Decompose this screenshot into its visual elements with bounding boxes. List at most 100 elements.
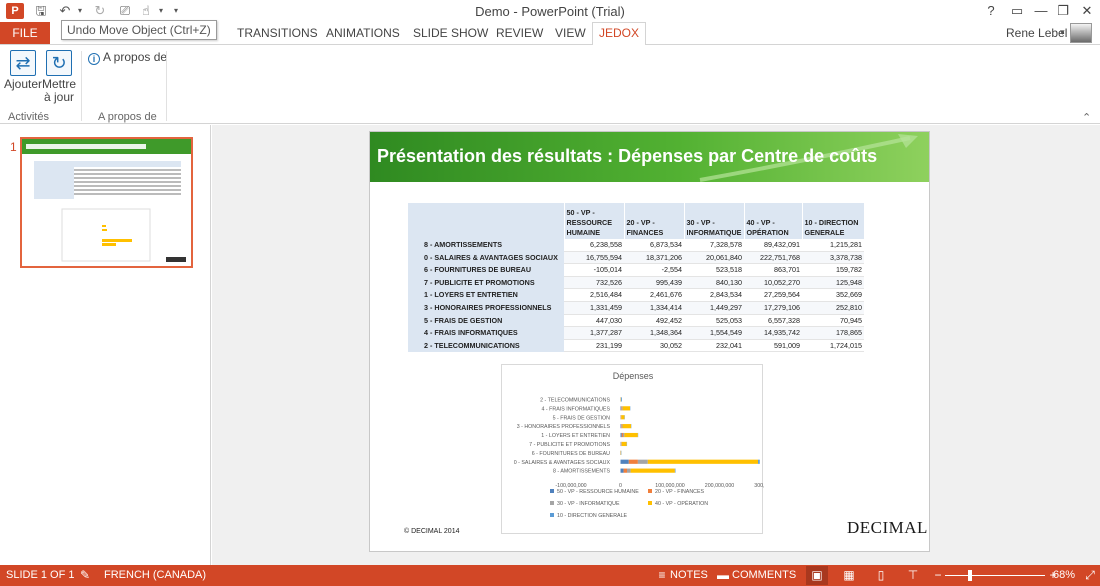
mettre-a-jour-button[interactable]: ↻ Mettre à jour bbox=[42, 50, 76, 104]
table-row: 2 - TELECOMMUNICATIONS 231,199 30,052 232,0… bbox=[408, 339, 864, 353]
chart-title: Dépenses bbox=[613, 371, 654, 381]
info-icon: i bbox=[88, 53, 100, 65]
expenses-table[interactable]: 50 - VP - RESSOURCE HUMAINE 20 - VP - FI… bbox=[408, 203, 865, 353]
chart-bar bbox=[621, 432, 623, 438]
tab-animations[interactable]: ANIMATIONS bbox=[326, 22, 400, 44]
table-row: 6 - FOURNITURES DE BUREAU -105,014 -2,554 5… bbox=[408, 263, 864, 277]
table-cell: 14,935,742 bbox=[744, 326, 802, 340]
table-cell: 3,378,738 bbox=[802, 251, 864, 265]
chart-bar bbox=[623, 468, 627, 473]
ajouter-button[interactable]: ⇄ Ajouter bbox=[4, 50, 42, 91]
zoom-slider-thumb[interactable] bbox=[968, 570, 972, 581]
close-icon[interactable]: ✕ bbox=[1076, 2, 1098, 20]
table-cell: 995,439 bbox=[624, 276, 684, 290]
table-cell: 89,432,091 bbox=[744, 239, 802, 252]
zoom-out-icon[interactable]: − bbox=[931, 568, 945, 582]
notes-button[interactable]: NOTES bbox=[670, 569, 708, 581]
chart-bar bbox=[637, 459, 648, 464]
table-cell: 232,041 bbox=[684, 339, 744, 353]
tab-transitions[interactable]: TRANSITIONS bbox=[237, 22, 318, 44]
table-cell: 1,724,015 bbox=[802, 339, 864, 353]
mettre-label-line2: à jour bbox=[43, 90, 75, 104]
chart-category-label: 4 - FRAIS INFORMATIQUES bbox=[542, 406, 611, 412]
table-cell: 732,526 bbox=[564, 276, 624, 290]
chart-category-label: 3 - HONORAIRES PROFESSIONNELS bbox=[517, 424, 611, 430]
table-cell: 2,516,484 bbox=[564, 288, 624, 302]
tab-review[interactable]: REVIEW bbox=[496, 22, 543, 44]
table-header-corner bbox=[408, 203, 565, 239]
table-cell: 863,701 bbox=[744, 263, 802, 277]
table-cell: 1,554,549 bbox=[684, 326, 744, 340]
slide-title-banner: Présentation des résultats : Dépenses pa… bbox=[370, 132, 929, 182]
tab-file[interactable]: FILE bbox=[0, 22, 50, 44]
slide-thumbnail-number: 1 bbox=[10, 140, 17, 154]
normal-view-icon[interactable]: ▣ bbox=[810, 568, 824, 582]
chart-bar bbox=[622, 432, 625, 438]
chart-bar bbox=[647, 459, 759, 464]
chart-legend-swatch bbox=[648, 489, 652, 493]
table-cell: 27,259,564 bbox=[744, 288, 802, 302]
row-label: 0 - SALAIRES & AVANTAGES SOCIAUX bbox=[408, 251, 564, 264]
decimal-logo: DECIMAL bbox=[847, 518, 928, 537]
zoom-slider[interactable] bbox=[945, 575, 1045, 576]
comments-button[interactable]: COMMENTS bbox=[732, 569, 796, 581]
table-cell: 1,348,364 bbox=[624, 326, 684, 340]
chart-bar bbox=[624, 432, 638, 438]
chart-legend-swatch bbox=[648, 501, 652, 505]
table-cell: 10,052,270 bbox=[744, 276, 802, 290]
slide-canvas[interactable]: Présentation des résultats : Dépenses pa… bbox=[369, 131, 930, 552]
table-cell: 492,452 bbox=[624, 314, 684, 328]
slide-show-icon[interactable]: ⊤ bbox=[906, 568, 920, 582]
chart-bar bbox=[620, 424, 622, 429]
zoom-level[interactable]: 68% bbox=[1053, 569, 1075, 581]
chart-legend-swatch bbox=[550, 513, 554, 517]
chart-bar bbox=[630, 468, 675, 473]
chart-bar bbox=[622, 424, 632, 429]
table-cell: 591,009 bbox=[744, 339, 802, 353]
slide-sorter-icon[interactable]: ▦ bbox=[842, 568, 856, 582]
slide-counter: SLIDE 1 OF 1 bbox=[6, 569, 75, 581]
user-name[interactable]: Rene Lebel bbox=[1006, 26, 1067, 40]
minimize-icon[interactable]: — bbox=[1030, 2, 1052, 20]
tab-jedox[interactable]: JEDOX bbox=[592, 22, 646, 45]
tab-slide-show[interactable]: SLIDE SHOW bbox=[413, 22, 488, 44]
fit-slide-icon[interactable]: ⤢ bbox=[1083, 568, 1097, 582]
ribbon-display-options-icon[interactable]: ▭ bbox=[1006, 2, 1028, 20]
table-row: 8 - AMORTISSEMENTS 6,238,558 6,873,534 7,32… bbox=[408, 239, 864, 252]
user-dropdown-icon[interactable]: ▾ bbox=[1060, 27, 1065, 38]
chart-bar bbox=[620, 406, 622, 411]
refresh-icon: ↻ bbox=[46, 50, 72, 76]
chart-bar bbox=[621, 415, 625, 420]
slide-title[interactable]: Présentation des résultats : Dépenses pa… bbox=[377, 146, 877, 167]
restore-icon[interactable]: ❐ bbox=[1052, 2, 1074, 20]
slide-thumbnail[interactable] bbox=[20, 137, 193, 268]
table-cell: 20,061,840 bbox=[684, 251, 744, 265]
row-label: 8 - AMORTISSEMENTS bbox=[408, 239, 564, 252]
copyright-text: © DECIMAL 2014 bbox=[404, 528, 460, 535]
table-header: 10 - DIRECTION GENERALE bbox=[802, 203, 865, 239]
chart-bar bbox=[622, 406, 631, 411]
chart-bar bbox=[674, 468, 676, 473]
table-row: 7 - PUBLICITE ET PROMOTIONS 732,526 995,43… bbox=[408, 276, 864, 290]
collapse-ribbon-icon[interactable]: ⌃ bbox=[1082, 111, 1091, 124]
avatar[interactable] bbox=[1070, 23, 1092, 43]
chart-bar bbox=[621, 424, 622, 429]
table-cell: 222,751,768 bbox=[744, 251, 802, 265]
reading-view-icon[interactable]: ▯ bbox=[874, 568, 888, 582]
chart-category-label: 8 - AMORTISSEMENTS bbox=[553, 469, 610, 475]
notes-icon[interactable]: ≡ bbox=[655, 568, 669, 582]
table-cell: 16,755,594 bbox=[564, 251, 624, 265]
chart-legend-label: 30 - VP - INFORMATIQUE bbox=[557, 501, 620, 507]
expenses-chart[interactable]: Dépenses 2 - TELECOMMUNICATIONS 4 - FRAIS … bbox=[501, 364, 764, 534]
help-icon[interactable]: ? bbox=[980, 2, 1002, 20]
table-cell: 17,279,106 bbox=[744, 301, 802, 315]
comments-icon[interactable]: ▬ bbox=[716, 568, 730, 582]
table-cell: 159,782 bbox=[802, 263, 864, 277]
table-cell: 1,334,414 bbox=[624, 301, 684, 315]
a-propos-button[interactable]: iA propos de bbox=[88, 51, 167, 65]
language-indicator[interactable]: FRENCH (CANADA) bbox=[104, 569, 206, 581]
tab-view[interactable]: VIEW bbox=[555, 22, 586, 44]
spell-check-icon[interactable]: ✎ bbox=[78, 568, 92, 582]
ribbon: ⇄ Ajouter ↻ Mettre à jour Activités iA p… bbox=[0, 44, 1100, 124]
chart-bar bbox=[621, 441, 627, 447]
